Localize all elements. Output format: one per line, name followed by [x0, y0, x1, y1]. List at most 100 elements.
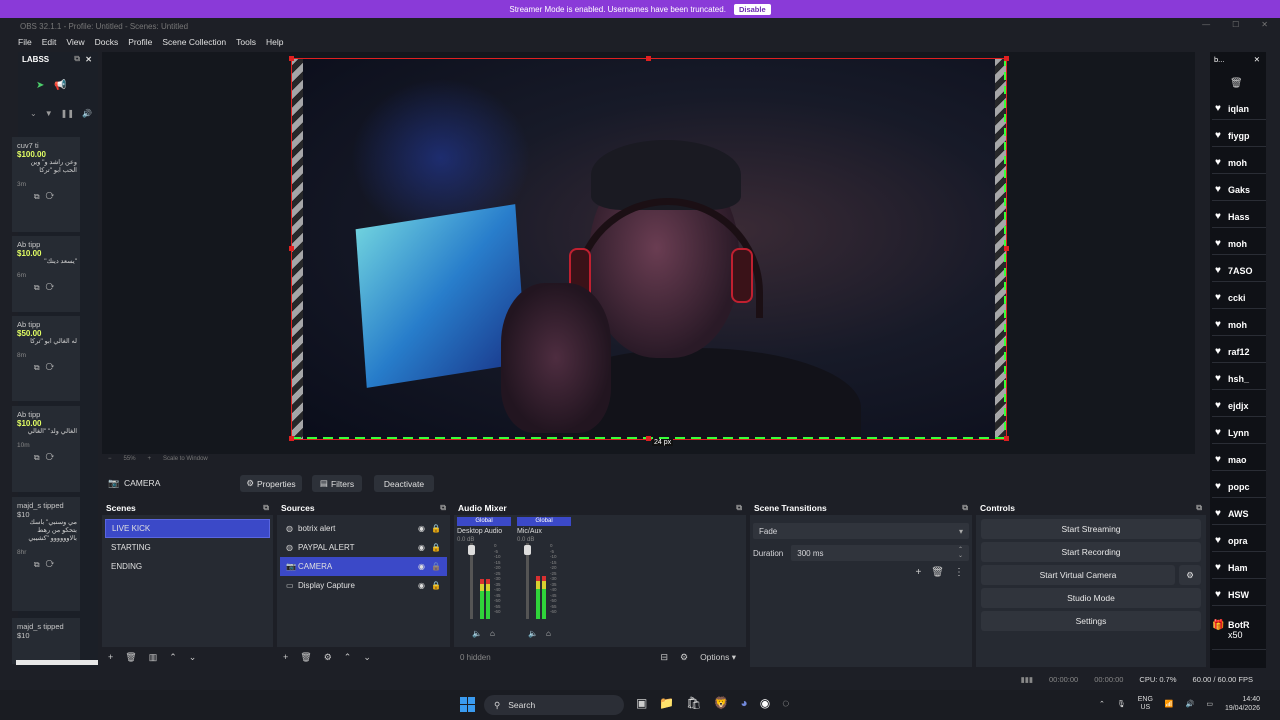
chevron-up-icon[interactable]: ⌃: [1099, 700, 1105, 708]
resize-handle[interactable]: [1004, 56, 1009, 61]
volume-fader[interactable]: [468, 545, 475, 555]
eye-icon[interactable]: ◉: [418, 543, 425, 552]
resize-handle[interactable]: [1004, 246, 1009, 251]
add-icon[interactable]: +: [915, 567, 921, 578]
copy-icon[interactable]: ⧉: [34, 192, 46, 201]
settings-button[interactable]: Settings: [981, 611, 1201, 631]
lock-icon[interactable]: 🔒: [431, 524, 441, 533]
eye-icon[interactable]: ◉: [418, 524, 425, 533]
channel-name[interactable]: Desktop Audio: [457, 528, 511, 535]
replay-icon[interactable]: ⟳: [46, 560, 61, 569]
resize-handle[interactable]: [289, 246, 294, 251]
file-explorer-icon[interactable]: 📁: [659, 696, 674, 710]
obs-icon[interactable]: ◉: [760, 696, 770, 710]
microphone-icon[interactable]: 🎙: [1117, 700, 1126, 708]
source-item[interactable]: ◍ PAYPAL ALERT ◉ 🔒: [280, 538, 447, 557]
filters-button[interactable]: ▤ Filters: [312, 475, 362, 492]
labs-scrollbar[interactable]: [16, 660, 98, 665]
megaphone-icon[interactable]: 📢: [54, 80, 66, 91]
replay-icon[interactable]: ⟳: [46, 192, 61, 201]
task-view-icon[interactable]: ▣: [636, 696, 647, 710]
discord-icon[interactable]: ◕: [740, 696, 747, 710]
close-icon[interactable]: ✕: [1261, 20, 1268, 29]
properties-button[interactable]: ⚙ Properties: [240, 475, 302, 492]
app-icon[interactable]: ◌: [782, 696, 789, 710]
menu-tools[interactable]: Tools: [236, 37, 256, 47]
gear-icon[interactable]: ⚙: [324, 652, 332, 663]
volume-icon[interactable]: 🔊: [1186, 700, 1195, 708]
battery-icon[interactable]: ▭: [1206, 700, 1213, 708]
float-icon[interactable]: ⧉: [1196, 503, 1202, 513]
wifi-icon[interactable]: 📶: [1165, 700, 1174, 708]
copy-icon[interactable]: ⧉: [34, 283, 46, 292]
more-icon[interactable]: ⋮: [954, 567, 964, 578]
transition-select[interactable]: Fade ▾: [753, 523, 969, 539]
menu-help[interactable]: Help: [266, 37, 283, 47]
chevron-down-icon[interactable]: ⌄: [363, 652, 371, 663]
speaker-icon[interactable]: 🔈: [472, 629, 482, 638]
zoom-out-button[interactable]: −: [108, 456, 112, 462]
menu-view[interactable]: View: [66, 37, 84, 47]
filter-icon[interactable]: ▼: [45, 109, 53, 118]
taskbar-search[interactable]: ⚲ Search: [484, 695, 624, 715]
chevron-down-icon[interactable]: ⌄: [189, 652, 197, 663]
volume-fader[interactable]: [524, 545, 531, 555]
float-icon[interactable]: ⧉: [736, 503, 742, 513]
lock-icon[interactable]: 🔒: [431, 543, 441, 552]
pause-icon[interactable]: ❚❚: [61, 109, 74, 118]
volume-icon[interactable]: 🔊: [82, 109, 92, 118]
channel-name[interactable]: Mic/Aux: [517, 528, 571, 535]
close-icon[interactable]: ✕: [85, 55, 92, 64]
maximize-icon[interactable]: ☐: [1232, 20, 1239, 29]
resize-handle[interactable]: [289, 436, 294, 441]
camera-feed[interactable]: [291, 58, 1007, 440]
menu-scene-collection[interactable]: Scene Collection: [162, 37, 226, 47]
brave-browser-icon[interactable]: 🦁: [714, 696, 729, 710]
duration-input[interactable]: 300 ms ⌃ ⌄: [791, 545, 969, 561]
close-icon[interactable]: ✕: [1254, 55, 1260, 64]
scale-mode-select[interactable]: Scale to Window: [163, 456, 208, 462]
replay-icon[interactable]: ⟳: [46, 453, 61, 462]
copy-icon[interactable]: ⧉: [34, 453, 46, 462]
start-recording-button[interactable]: Start Recording: [981, 542, 1201, 562]
resize-handle[interactable]: [289, 56, 294, 61]
lock-icon[interactable]: 🔒: [431, 581, 441, 590]
copy-icon[interactable]: ⧉: [34, 363, 46, 372]
trash-icon[interactable]: 🗑: [300, 652, 311, 663]
copy-icon[interactable]: ⧉: [34, 560, 46, 569]
chevron-up-icon[interactable]: ⌃: [344, 652, 352, 663]
studio-mode-button[interactable]: Studio Mode: [981, 588, 1201, 608]
source-item[interactable]: ◍ botrix alert ◉ 🔒: [280, 519, 447, 538]
disable-button[interactable]: Disable: [733, 3, 771, 15]
layout-icon[interactable]: ⊟: [660, 652, 668, 663]
float-icon[interactable]: ⧉: [263, 503, 269, 513]
menu-docks[interactable]: Docks: [95, 37, 119, 47]
send-icon[interactable]: ➤: [36, 80, 44, 91]
replay-icon[interactable]: ⟳: [46, 363, 61, 372]
stepper-icon[interactable]: ⌃ ⌄: [958, 547, 963, 559]
start-streaming-button[interactable]: Start Streaming: [981, 519, 1201, 539]
minimize-icon[interactable]: —: [1202, 20, 1210, 29]
resize-handle[interactable]: [646, 56, 651, 61]
trash-icon[interactable]: 🗑: [1210, 66, 1266, 89]
replay-icon[interactable]: ⟳: [46, 283, 61, 292]
chevron-down-icon[interactable]: ⌄: [30, 109, 37, 118]
resize-handle[interactable]: [1004, 436, 1009, 441]
resize-handle[interactable]: [646, 436, 651, 441]
deactivate-button[interactable]: Deactivate: [374, 475, 434, 492]
add-icon[interactable]: +: [283, 652, 288, 662]
zoom-in-button[interactable]: +: [148, 456, 152, 462]
monitor-headphones-icon[interactable]: ⌂: [546, 629, 551, 638]
gear-icon[interactable]: ⚙: [1179, 565, 1201, 585]
filter-icon[interactable]: ▥: [149, 652, 158, 663]
menu-file[interactable]: File: [18, 37, 32, 47]
chevron-up-icon[interactable]: ⌃: [169, 652, 177, 663]
options-button[interactable]: Options ▾: [700, 652, 736, 663]
float-icon[interactable]: ⧉: [962, 503, 968, 513]
scene-item[interactable]: ENDING: [105, 557, 270, 576]
eye-icon[interactable]: ◉: [418, 581, 425, 590]
float-icon[interactable]: ⧉: [74, 54, 80, 64]
eye-icon[interactable]: ◉: [418, 562, 425, 571]
language-indicator[interactable]: ENG US: [1138, 696, 1153, 712]
monitor-headphones-icon[interactable]: ⌂: [490, 629, 495, 638]
